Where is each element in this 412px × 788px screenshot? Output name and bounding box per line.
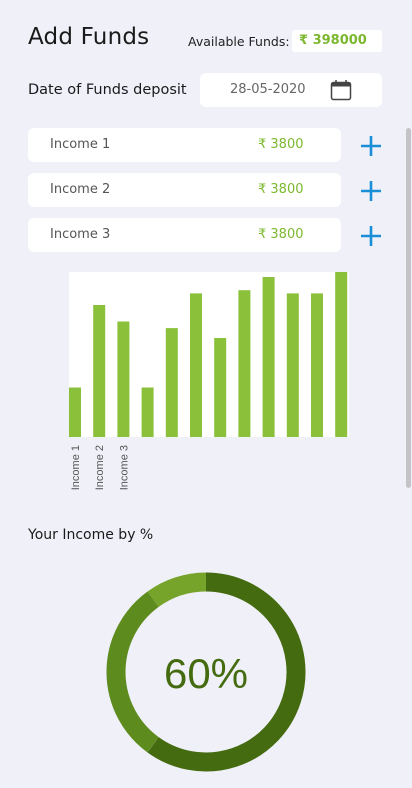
bar-10 xyxy=(286,293,299,437)
income-row[interactable]: Income 1 ₹ 3800 xyxy=(28,128,341,162)
bar-11 xyxy=(311,293,323,437)
income-amount: ₹ 3800 xyxy=(258,137,304,152)
income-name: Income 1 xyxy=(50,137,111,152)
income-bar-chart: Income 1 Income 2 Income 3 xyxy=(69,272,349,490)
deposit-date-field[interactable]: 28-05-2020 xyxy=(200,73,382,107)
bar-3 xyxy=(117,321,130,437)
income-amount: ₹ 3800 xyxy=(258,227,304,242)
income-donut-chart: 60% xyxy=(106,572,306,772)
add-income-1-plus-icon[interactable] xyxy=(358,133,384,159)
donut-segment-2 xyxy=(106,591,159,753)
add-income-3-plus-icon[interactable] xyxy=(358,223,384,249)
scrollbar[interactable] xyxy=(406,128,411,488)
bar-7 xyxy=(214,338,227,437)
available-funds-label: Available Funds: xyxy=(188,34,290,49)
deposit-date-value: 28-05-2020 xyxy=(230,82,306,97)
bar-tick-label: Income 1 xyxy=(70,445,82,490)
bar-1 xyxy=(69,387,81,437)
available-funds-value: ₹ 398000 xyxy=(292,30,382,52)
bar-6 xyxy=(190,293,202,437)
bar-tick-label: Income 3 xyxy=(118,445,130,490)
income-row[interactable]: Income 2 ₹ 3800 xyxy=(28,173,341,207)
bar-9 xyxy=(262,277,275,437)
income-amount: ₹ 3800 xyxy=(258,182,304,197)
income-row[interactable]: Income 3 ₹ 3800 xyxy=(28,218,341,252)
bar-tick-label: Income 2 xyxy=(94,445,106,490)
calendar-icon[interactable] xyxy=(330,79,352,101)
page-title: Add Funds xyxy=(28,24,150,50)
bar-2 xyxy=(93,305,106,437)
donut-center-label: 60% xyxy=(164,650,248,697)
donut-segment-3 xyxy=(147,572,207,608)
bar-5 xyxy=(165,328,178,437)
add-income-2-plus-icon[interactable] xyxy=(358,178,384,204)
deposit-date-label: Date of Funds deposit xyxy=(28,82,187,98)
chart-plot-area xyxy=(69,272,349,437)
income-name: Income 2 xyxy=(50,182,111,197)
bar-8 xyxy=(238,290,251,437)
income-percent-title: Your Income by % xyxy=(28,527,154,543)
bar-4 xyxy=(141,387,154,437)
income-name: Income 3 xyxy=(50,227,111,242)
bar-12 xyxy=(335,272,348,437)
